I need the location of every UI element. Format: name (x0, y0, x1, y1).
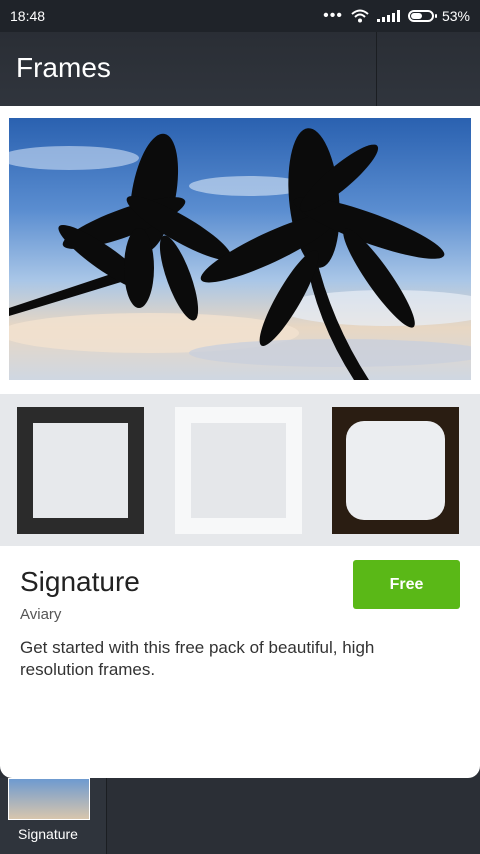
frame-preview-rounded[interactable] (332, 407, 459, 534)
bottom-tray: Signature (0, 778, 480, 854)
free-button[interactable]: Free (353, 560, 460, 609)
tray-item-label: Signature (18, 826, 78, 842)
wifi-icon (351, 9, 369, 23)
app-bar: Frames (0, 32, 480, 107)
signal-icon (376, 10, 400, 22)
hero-image (9, 118, 471, 380)
more-dots-icon: ••• (323, 7, 343, 24)
status-time: 18:48 (10, 8, 46, 24)
tray-thumbnail (8, 778, 90, 820)
battery-icon (407, 10, 437, 22)
status-icons: ••• 53% (323, 7, 470, 25)
frame-preview-black[interactable] (17, 407, 144, 534)
pack-detail-card: Signature Aviary Get started with this f… (0, 106, 480, 778)
tray-item-signature[interactable]: Signature (0, 778, 107, 854)
page-title: Frames (16, 52, 111, 83)
frame-preview-white[interactable] (175, 407, 302, 534)
pack-description: Get started with this free pack of beaut… (20, 638, 375, 679)
battery-percent: 53% (441, 8, 470, 24)
app-bar-divider (376, 32, 377, 106)
status-bar: 18:48 ••• 53% (0, 0, 480, 32)
frame-preview-strip (0, 394, 480, 546)
